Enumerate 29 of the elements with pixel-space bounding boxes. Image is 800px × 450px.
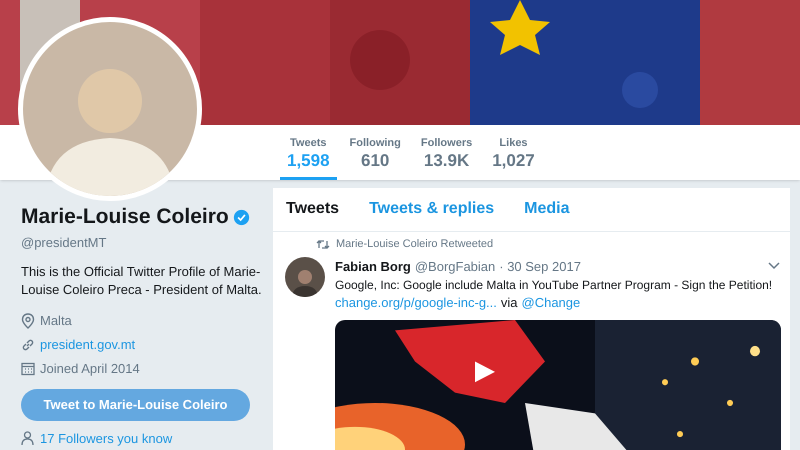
tweet-date: · 30 Sep 2017	[499, 258, 581, 276]
tweet-to-button[interactable]: Tweet to Marie-Louise Coleiro	[21, 388, 250, 420]
calendar-icon	[21, 362, 35, 376]
retweet-icon	[316, 238, 330, 250]
tweet-author: Fabian Borg	[335, 258, 411, 276]
followers-you-know-link[interactable]: 17 Followers you know	[40, 428, 172, 448]
via-text: via	[500, 294, 518, 312]
tweet-text: Google, Inc: Google include Malta in YouTube Partner Program - Sign the Petition!	[335, 277, 772, 294]
stat-tab[interactable]: Followers 13.9K	[414, 125, 480, 180]
stat-tab[interactable]: Following 610	[342, 125, 408, 180]
stat-tab[interactable]: Tweets 1,598	[280, 125, 337, 180]
profile-join-date: Joined April 2014	[40, 360, 140, 378]
timeline-tab[interactable]: Media	[524, 197, 570, 221]
timeline-tab[interactable]: Tweets	[286, 197, 340, 221]
profile-website-link[interactable]: president.gov.mt	[40, 334, 136, 354]
profile-name: Marie-Louise Coleiro	[21, 204, 229, 230]
caret-icon[interactable]	[768, 262, 780, 270]
timeline-tab[interactable]: Tweets & replies	[369, 197, 494, 221]
link-icon	[21, 338, 35, 352]
tweet-handle: @BorgFabian	[414, 258, 496, 276]
mention-link[interactable]: @Change	[522, 294, 580, 312]
location-pin-icon	[21, 312, 35, 328]
profile-bio: This is the Official Twitter Profile of Marie-Louise Coleiro Preca - President of Malta.	[21, 262, 263, 298]
retweeted-by-text: Marie-Louise Coleiro Retweeted	[336, 237, 494, 252]
stat-tab[interactable]: Likes 1,027	[485, 125, 542, 180]
person-icon	[21, 431, 34, 446]
profile-location: Malta	[40, 312, 72, 330]
tweet-link[interactable]: change.org/p/google-inc-g...	[335, 294, 497, 312]
profile-handle: @presidentMT	[21, 234, 108, 252]
